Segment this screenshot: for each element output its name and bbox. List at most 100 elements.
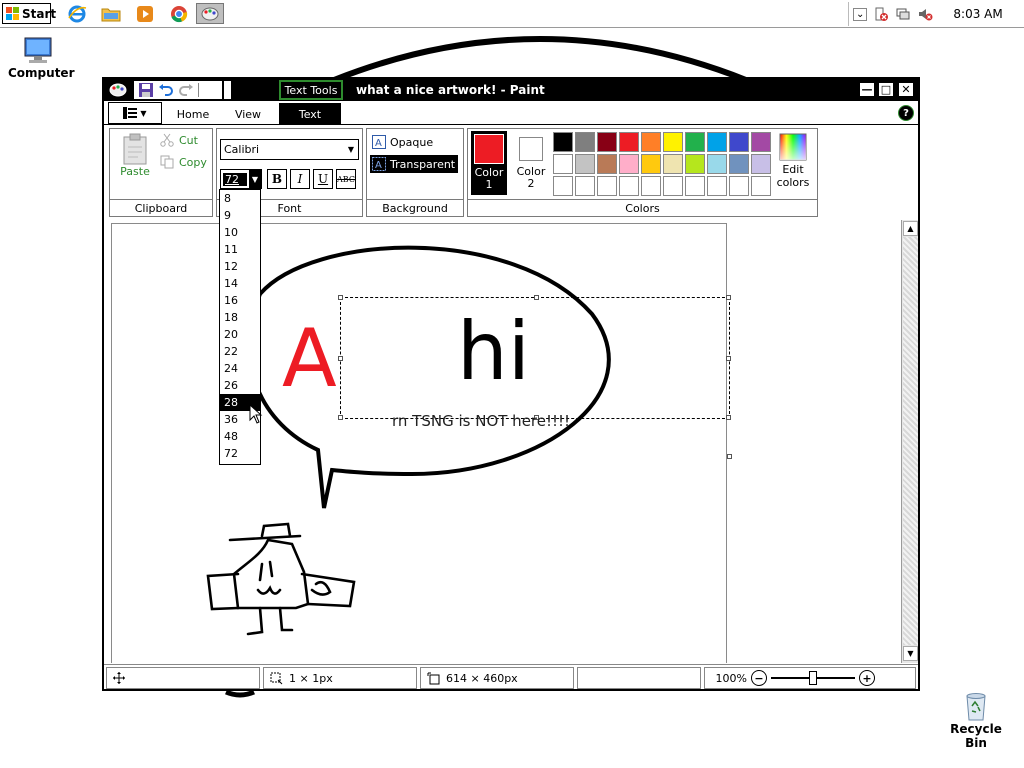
strikethrough-button[interactable]: ABC — [336, 169, 356, 189]
drawing-canvas[interactable]: A hi rn TSNG is NOT here!!!! — [111, 223, 732, 663]
save-icon[interactable] — [138, 82, 154, 98]
scroll-down-arrow[interactable]: ▼ — [903, 646, 918, 661]
palette-color-swatch[interactable] — [685, 176, 705, 196]
explorer-taskbar-button[interactable] — [97, 3, 125, 24]
font-size-option[interactable]: 12 — [220, 258, 260, 275]
palette-color-swatch[interactable] — [685, 132, 705, 152]
palette-color-swatch[interactable] — [575, 154, 595, 174]
palette-color-swatch[interactable] — [663, 176, 683, 196]
redo-icon[interactable] — [178, 82, 194, 98]
font-size-option[interactable]: 18 — [220, 309, 260, 326]
edit-colors-button[interactable]: Edit colors — [772, 131, 814, 195]
font-size-option[interactable]: 11 — [220, 241, 260, 258]
palette-color-swatch[interactable] — [729, 132, 749, 152]
italic-button[interactable]: I — [290, 169, 310, 189]
folder-icon — [101, 8, 121, 21]
palette-color-swatch[interactable] — [707, 154, 727, 174]
start-button[interactable]: Start — [2, 3, 56, 24]
font-size-option[interactable]: 20 — [220, 326, 260, 343]
tab-view[interactable]: View — [222, 103, 274, 125]
desktop-icon-computer[interactable]: Computer — [8, 36, 74, 80]
font-size-option[interactable]: 26 — [220, 377, 260, 394]
palette-color-swatch[interactable] — [553, 154, 573, 174]
palette-color-swatch[interactable] — [729, 176, 749, 196]
font-size-option[interactable]: 16 — [220, 292, 260, 309]
canvas-resize-handle[interactable] — [727, 454, 732, 459]
zoom-slider[interactable] — [771, 670, 855, 686]
palette-color-swatch[interactable] — [575, 132, 595, 152]
clock[interactable]: 8:03 AM — [953, 7, 1002, 21]
copy-button[interactable]: Copy — [160, 155, 207, 169]
scroll-track[interactable] — [903, 237, 918, 645]
network-icon[interactable] — [895, 6, 911, 22]
security-alert-icon[interactable] — [873, 6, 889, 22]
palette-color-swatch[interactable] — [619, 154, 639, 174]
font-size-option[interactable]: 10 — [220, 224, 260, 241]
chevron-down-icon[interactable]: ▼ — [249, 170, 261, 188]
volume-muted-icon[interactable] — [917, 6, 933, 22]
text-selection-box[interactable]: hi — [338, 295, 731, 420]
close-button[interactable]: ✕ — [898, 82, 914, 97]
font-size-input[interactable]: 72 — [223, 172, 247, 186]
chevron-down-icon[interactable]: ⌄ — [853, 7, 868, 21]
cut-button[interactable]: Cut — [160, 133, 198, 147]
font-size-option[interactable]: 24 — [220, 360, 260, 377]
palette-color-swatch[interactable] — [751, 154, 771, 174]
font-size-dropdown[interactable]: 72 ▼ — [220, 169, 262, 189]
undo-icon[interactable] — [158, 82, 174, 98]
paint-app-icon[interactable] — [109, 82, 127, 98]
font-size-option[interactable]: 8 — [220, 190, 260, 207]
tab-text[interactable]: Text — [279, 103, 341, 125]
customize-qat-icon[interactable]: ▼ — [203, 85, 210, 95]
paint-palette-icon — [201, 7, 219, 20]
font-size-option[interactable]: 22 — [220, 343, 260, 360]
palette-color-swatch[interactable] — [751, 132, 771, 152]
title-bar[interactable]: ▼ Text Tools what a nice artwork! - Pain… — [104, 79, 918, 101]
vertical-scrollbar[interactable]: ▲ ▼ — [901, 220, 918, 663]
palette-color-swatch[interactable] — [597, 132, 617, 152]
paint-taskbar-button[interactable] — [196, 3, 224, 24]
palette-color-swatch[interactable] — [663, 132, 683, 152]
palette-color-swatch[interactable] — [707, 176, 727, 196]
paint-menu-button[interactable]: ▼ — [108, 102, 162, 124]
font-size-option[interactable]: 14 — [220, 275, 260, 292]
zoom-in-button[interactable]: + — [859, 670, 875, 686]
color2-selector[interactable]: Color 2 — [512, 131, 550, 195]
desktop-icon-recycle-bin[interactable]: Recycle Bin — [940, 690, 1012, 750]
transparent-option[interactable]: A Transparent — [370, 155, 458, 173]
palette-color-swatch[interactable] — [641, 176, 661, 196]
chrome-taskbar-button[interactable] — [165, 3, 193, 24]
font-size-option[interactable]: 48 — [220, 428, 260, 445]
paste-button[interactable]: Paste — [115, 133, 155, 185]
bold-button[interactable]: B — [267, 169, 287, 189]
minimize-button[interactable]: — — [859, 82, 875, 97]
palette-color-swatch[interactable] — [553, 176, 573, 196]
font-family-dropdown[interactable]: Calibri ▼ — [220, 139, 359, 160]
palette-color-swatch[interactable] — [729, 154, 749, 174]
palette-color-swatch[interactable] — [663, 154, 683, 174]
palette-color-swatch[interactable] — [641, 132, 661, 152]
color1-selector[interactable]: Color 1 — [471, 131, 507, 195]
palette-color-swatch[interactable] — [619, 176, 639, 196]
palette-color-swatch[interactable] — [641, 154, 661, 174]
palette-color-swatch[interactable] — [597, 154, 617, 174]
ie-taskbar-button[interactable] — [63, 3, 91, 24]
palette-color-swatch[interactable] — [597, 176, 617, 196]
opaque-option[interactable]: A Opaque — [370, 133, 458, 151]
palette-color-swatch[interactable] — [553, 132, 573, 152]
palette-color-swatch[interactable] — [575, 176, 595, 196]
palette-color-swatch[interactable] — [751, 176, 771, 196]
help-icon[interactable]: ? — [898, 105, 914, 121]
font-size-option[interactable]: 72 — [220, 445, 260, 462]
zoom-out-button[interactable]: − — [751, 670, 767, 686]
maximize-button[interactable]: □ — [878, 82, 894, 97]
palette-color-swatch[interactable] — [685, 154, 705, 174]
zoom-slider-thumb[interactable] — [809, 671, 817, 685]
media-player-taskbar-button[interactable] — [131, 3, 159, 24]
font-size-option[interactable]: 9 — [220, 207, 260, 224]
scroll-up-arrow[interactable]: ▲ — [903, 221, 918, 236]
tab-home[interactable]: Home — [166, 103, 220, 125]
underline-button[interactable]: U — [313, 169, 333, 189]
palette-color-swatch[interactable] — [707, 132, 727, 152]
palette-color-swatch[interactable] — [619, 132, 639, 152]
